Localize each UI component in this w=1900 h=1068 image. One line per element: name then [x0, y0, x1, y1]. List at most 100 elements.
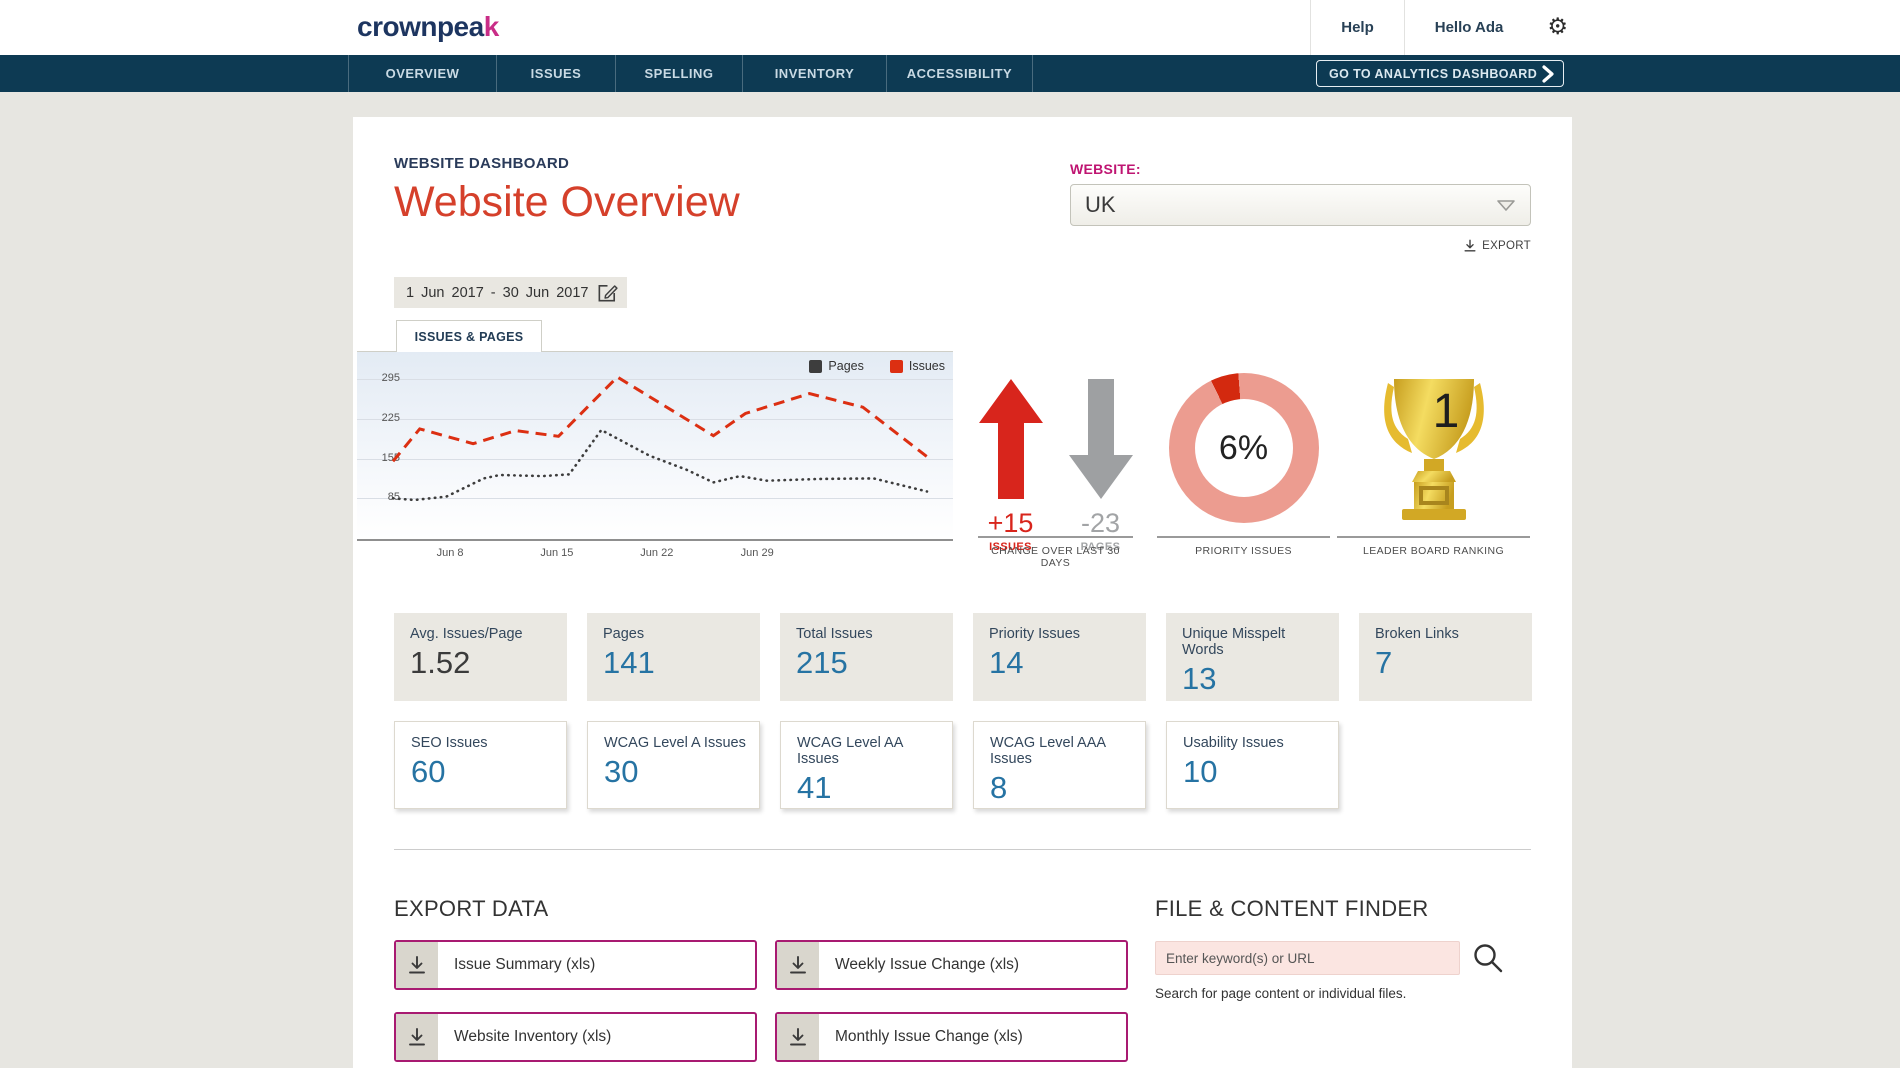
- stat-value: 141: [603, 646, 750, 680]
- download-icon-box: [396, 1014, 438, 1060]
- stat-tile-total-issues: Total Issues215: [780, 613, 953, 701]
- stat-value: 215: [796, 646, 943, 680]
- export-button-issue-summary-xls-[interactable]: Issue Summary (xls): [394, 940, 757, 990]
- search-button[interactable]: [1472, 942, 1504, 974]
- stat-value: 10: [1183, 755, 1328, 789]
- date-range-text: 1 Jun 2017 - 30 Jun 2017: [406, 285, 588, 301]
- user-greeting[interactable]: Hello Ada: [1404, 0, 1534, 55]
- logo-accent: k: [484, 11, 499, 42]
- stat-tile-unique-misspelt-words: Unique Misspelt Words13: [1166, 613, 1339, 701]
- greeting-label: Hello Ada: [1435, 19, 1504, 36]
- main-navbar: OVERVIEWISSUESSPELLINGINVENTORYACCESSIBI…: [0, 55, 1900, 92]
- arrow-up-icon: [979, 379, 1043, 499]
- crownpeak-logo: crownpeak: [357, 11, 499, 43]
- change-caption: CHANGE OVER LAST 30 DAYS: [978, 536, 1133, 569]
- issues-change: +15 ISSUES: [979, 379, 1043, 553]
- download-icon: [788, 1027, 808, 1047]
- website-label: WEBSITE:: [1070, 161, 1531, 177]
- search-input[interactable]: [1155, 941, 1460, 975]
- gear-icon: ⚙: [1547, 16, 1568, 39]
- nav-tab-overview[interactable]: OVERVIEW: [348, 55, 496, 92]
- export-button-monthly-issue-change-xls-[interactable]: Monthly Issue Change (xls): [775, 1012, 1128, 1062]
- stat-label: WCAG Level AA Issues: [797, 735, 942, 767]
- stat-label: Pages: [603, 626, 750, 642]
- arrow-down-icon: [1069, 379, 1133, 499]
- stat-tile-wcag-level-aaa-issues: WCAG Level AAA Issues 8: [973, 721, 1146, 809]
- stat-label: Broken Links: [1375, 626, 1522, 642]
- nav-tabs: OVERVIEWISSUESSPELLINGINVENTORYACCESSIBI…: [348, 55, 1033, 92]
- nav-tab-accessibility[interactable]: ACCESSIBILITY: [886, 55, 1033, 92]
- search-hint: Search for page content or individual fi…: [1155, 986, 1531, 1001]
- eyebrow-label: WEBSITE DASHBOARD: [394, 155, 740, 172]
- stat-label: Usability Issues: [1183, 735, 1328, 751]
- chart-x-axis: Jun 8 Jun 15 Jun 22 Jun 29: [357, 541, 953, 563]
- x-axis-tick: Jun 8: [437, 547, 464, 559]
- download-icon-box: [777, 1014, 819, 1060]
- pages-change: -23 PAGES: [1069, 379, 1133, 553]
- stat-tile-usability-issues: Usability Issues 10: [1166, 721, 1339, 809]
- page-title: Website Overview: [394, 179, 740, 226]
- stat-label: WCAG Level AAA Issues: [990, 735, 1135, 767]
- export-link[interactable]: EXPORT: [1070, 239, 1531, 253]
- section-divider: [394, 849, 1531, 850]
- dashboard-card: WEBSITE DASHBOARD Website Overview WEBSI…: [353, 117, 1572, 1068]
- analytics-button-label: GO TO ANALYTICS DASHBOARD: [1329, 67, 1537, 81]
- stat-tile-broken-links: Broken Links7: [1359, 613, 1532, 701]
- stat-value: 8: [990, 771, 1135, 805]
- nav-tab-inventory[interactable]: INVENTORY: [742, 55, 886, 92]
- x-axis-tick: Jun 22: [640, 547, 673, 559]
- stat-label: Unique Misspelt Words: [1182, 626, 1329, 658]
- export-button-label: Monthly Issue Change (xls): [835, 1028, 1023, 1046]
- export-data-heading: EXPORT DATA: [394, 896, 1128, 922]
- priority-percentage: 6%: [1169, 373, 1319, 523]
- export-button-label: Website Inventory (xls): [454, 1028, 611, 1046]
- stat-value: 60: [411, 755, 556, 789]
- title-block: WEBSITE DASHBOARD Website Overview: [394, 155, 740, 253]
- stat-label: Avg. Issues/Page: [410, 626, 557, 642]
- priority-caption: PRIORITY ISSUES: [1157, 536, 1330, 557]
- stat-tile-seo-issues: SEO Issues 60: [394, 721, 567, 809]
- search-icon: [1472, 942, 1504, 974]
- stat-label: SEO Issues: [411, 735, 556, 751]
- stats-row-2: SEO Issues60WCAG Level A Issues30WCAG Le…: [394, 721, 1531, 809]
- download-icon: [407, 1027, 427, 1047]
- file-content-finder-section: FILE & CONTENT FINDER Search for page co…: [1155, 896, 1531, 1062]
- leaderboard-kpi: 1 LEADER BOARD RANKING: [1337, 321, 1530, 569]
- stat-tile-wcag-level-a-issues: WCAG Level A Issues30: [587, 721, 760, 809]
- finder-heading: FILE & CONTENT FINDER: [1155, 896, 1531, 922]
- website-dropdown-value: UK: [1085, 192, 1116, 218]
- stat-value: 1.52: [410, 646, 557, 680]
- settings-button[interactable]: ⚙: [1533, 0, 1572, 55]
- priority-issues-kpi: 6% PRIORITY ISSUES: [1157, 321, 1330, 569]
- download-icon-box: [777, 942, 819, 988]
- priority-donut-chart: 6%: [1169, 373, 1319, 523]
- export-data-section: EXPORT DATA Issue Summary (xls) Weekly Is…: [394, 896, 1128, 1062]
- edit-date-icon[interactable]: [596, 281, 619, 304]
- stat-value: 41: [797, 771, 942, 805]
- stat-label: WCAG Level A Issues: [604, 735, 749, 751]
- leaderboard-caption: LEADER BOARD RANKING: [1337, 536, 1530, 557]
- download-icon-box: [396, 942, 438, 988]
- help-link[interactable]: Help: [1310, 0, 1404, 55]
- kpi-row: +15 ISSUES -23 PAGES CHANGE OVER LAST 30…: [953, 321, 1530, 569]
- stat-tile-wcag-level-aa-issues: WCAG Level AA Issues 41: [780, 721, 953, 809]
- x-axis-tick: Jun 29: [741, 547, 774, 559]
- export-button-weekly-issue-change-xls-[interactable]: Weekly Issue Change (xls): [775, 940, 1128, 990]
- export-button-website-inventory-xls-[interactable]: Website Inventory (xls): [394, 1012, 757, 1062]
- export-buttons: Issue Summary (xls) Weekly Issue Change (…: [394, 940, 1128, 1062]
- change-kpi: +15 ISSUES -23 PAGES CHANGE OVER LAST 30…: [978, 321, 1133, 569]
- pages-change-value: -23: [1081, 508, 1120, 539]
- download-icon: [407, 955, 427, 975]
- nav-tab-issues[interactable]: ISSUES: [496, 55, 615, 92]
- stat-tile-priority-issues: Priority Issues14: [973, 613, 1146, 701]
- trophy-icon: 1: [1354, 369, 1514, 526]
- chevron-right-icon: [1542, 65, 1554, 83]
- go-to-analytics-button[interactable]: GO TO ANALYTICS DASHBOARD: [1316, 60, 1564, 87]
- x-axis-tick: Jun 15: [540, 547, 573, 559]
- leaderboard-rank: 1: [1432, 385, 1459, 438]
- export-button-label: Weekly Issue Change (xls): [835, 956, 1019, 974]
- tab-issues-and-pages[interactable]: ISSUES & PAGES: [396, 320, 542, 352]
- nav-tab-spelling[interactable]: SPELLING: [615, 55, 742, 92]
- logo-text: crownpea: [357, 11, 484, 42]
- website-dropdown[interactable]: UK: [1070, 184, 1531, 226]
